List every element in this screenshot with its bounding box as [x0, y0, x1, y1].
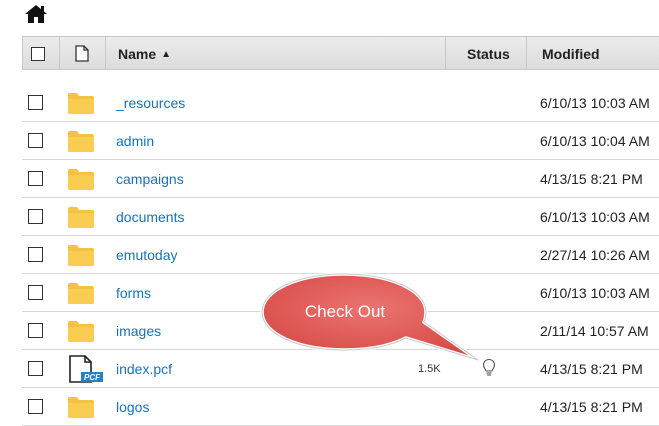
item-name-link[interactable]: _resources: [116, 95, 185, 111]
item-name-link[interactable]: index.pcf: [116, 361, 172, 377]
home-icon[interactable]: [24, 4, 48, 24]
column-divider: [526, 37, 527, 69]
folder-icon: [68, 169, 94, 190]
modified-date: 6/10/13 10:03 AM: [540, 285, 650, 301]
modified-date: 6/10/13 10:03 AM: [540, 209, 650, 225]
table-row[interactable]: admin 6/10/13 10:04 AM: [22, 122, 659, 160]
modified-date: 4/13/15 8:21 PM: [540, 171, 643, 187]
folder-icon: [68, 321, 94, 342]
modified-column-header[interactable]: Modified: [542, 46, 600, 62]
status-column-header[interactable]: Status: [467, 46, 510, 62]
modified-date: 4/13/15 8:21 PM: [540, 399, 643, 415]
folder-icon: [68, 283, 94, 304]
row-checkbox[interactable]: [28, 285, 43, 300]
row-checkbox[interactable]: [28, 247, 43, 262]
pcf-file-icon: PCF: [69, 355, 103, 383]
folder-icon: [68, 207, 94, 228]
folder-icon: [68, 131, 94, 152]
row-checkbox[interactable]: [28, 171, 43, 186]
pcf-badge-label: PCF: [84, 373, 101, 382]
item-name-link[interactable]: documents: [116, 209, 184, 225]
item-name-link[interactable]: campaigns: [116, 171, 184, 187]
name-column-label: Name: [118, 46, 157, 62]
row-checkbox[interactable]: [28, 323, 43, 338]
item-name-link[interactable]: images: [116, 323, 161, 339]
folder-icon: [68, 93, 94, 114]
callout-label: Check Out: [304, 302, 386, 321]
table-row[interactable]: campaigns 4/13/15 8:21 PM: [22, 160, 659, 198]
modified-date: 4/13/15 8:21 PM: [540, 361, 643, 377]
column-divider: [105, 37, 106, 69]
select-all-checkbox[interactable]: [31, 47, 45, 61]
item-name-link[interactable]: emutoday: [116, 247, 177, 263]
row-checkbox[interactable]: [28, 361, 43, 376]
modified-date: 6/10/13 10:04 AM: [540, 133, 650, 149]
modified-date: 2/27/14 10:26 AM: [540, 247, 650, 263]
modified-date: 6/10/13 10:03 AM: [540, 95, 650, 111]
column-divider: [59, 37, 60, 69]
name-column-header[interactable]: Name ▲: [118, 46, 171, 62]
table-row[interactable]: _resources 6/10/13 10:03 AM: [22, 84, 659, 122]
folder-icon: [68, 245, 94, 266]
row-checkbox[interactable]: [28, 95, 43, 110]
item-name-link[interactable]: admin: [116, 133, 154, 149]
table-row[interactable]: documents 6/10/13 10:03 AM: [22, 198, 659, 236]
item-name-link[interactable]: forms: [116, 285, 151, 301]
table-row[interactable]: logos 4/13/15 8:21 PM: [22, 388, 659, 426]
row-checkbox[interactable]: [28, 209, 43, 224]
table-header: Name ▲ Status Modified: [22, 36, 659, 70]
row-checkbox[interactable]: [28, 133, 43, 148]
row-checkbox[interactable]: [28, 399, 43, 414]
item-name-link[interactable]: logos: [116, 399, 149, 415]
table-row[interactable]: emutoday 2/27/14 10:26 AM: [22, 236, 659, 274]
folder-icon: [68, 397, 94, 418]
file-type-column-icon: [75, 45, 89, 62]
sort-ascending-icon: ▲: [161, 49, 172, 60]
column-divider: [445, 37, 446, 69]
modified-date: 2/11/14 10:57 AM: [540, 323, 649, 339]
